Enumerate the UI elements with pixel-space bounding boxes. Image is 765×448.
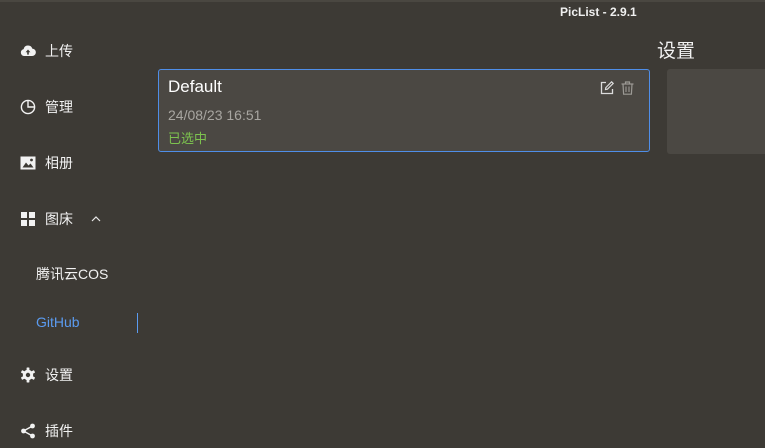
sidebar-subitem-tencent-cos[interactable]: 腾讯云COS [36, 264, 108, 284]
share-icon [20, 423, 36, 439]
sidebar-subitem-github[interactable]: GitHub [36, 314, 80, 330]
pie-chart-icon [20, 99, 36, 115]
app-title: PicList - 2.9.1 [560, 5, 637, 19]
sidebar-item-plugins[interactable]: 插件 [20, 421, 73, 441]
sidebar-item-manage[interactable]: 管理 [20, 97, 73, 117]
sidebar-item-label: 上传 [45, 43, 73, 59]
page-title: 设置 [657, 41, 696, 62]
config-name: Default [168, 77, 222, 96]
grid-icon [20, 211, 36, 227]
delete-icon[interactable] [620, 80, 635, 95]
sidebar-item-label: 相册 [45, 155, 73, 171]
sidebar-item-settings[interactable]: 设置 [20, 365, 73, 385]
config-date: 24/08/23 16:51 [168, 107, 262, 123]
sidebar-item-label: 插件 [45, 423, 73, 439]
status-badge: 已选中 [168, 131, 208, 146]
card-actions [599, 80, 635, 95]
sidebar-item-gallery[interactable]: 相册 [20, 153, 73, 173]
image-icon [20, 155, 36, 171]
edit-icon[interactable] [599, 80, 614, 95]
active-indicator [137, 313, 138, 333]
sidebar: 上传 管理 相册 图床 腾讯云COS GitHub 设置 插件 [0, 0, 148, 448]
cloud-upload-icon [20, 43, 36, 59]
sidebar-item-picbed[interactable]: 图床 [20, 209, 101, 229]
chevron-up-icon[interactable] [91, 216, 101, 222]
sidebar-item-label: 管理 [45, 99, 73, 115]
gear-icon [20, 367, 36, 383]
sidebar-item-upload[interactable]: 上传 [20, 41, 73, 61]
sidebar-item-label: 图床 [45, 211, 73, 227]
settings-panel [667, 69, 765, 154]
sidebar-item-label: 设置 [45, 367, 73, 383]
app-window: PicList - 2.9.1 上传 管理 相册 图床 腾讯云COS GitHu… [0, 0, 765, 448]
config-card[interactable]: Default 24/08/23 16:51 已选中 [158, 69, 650, 152]
